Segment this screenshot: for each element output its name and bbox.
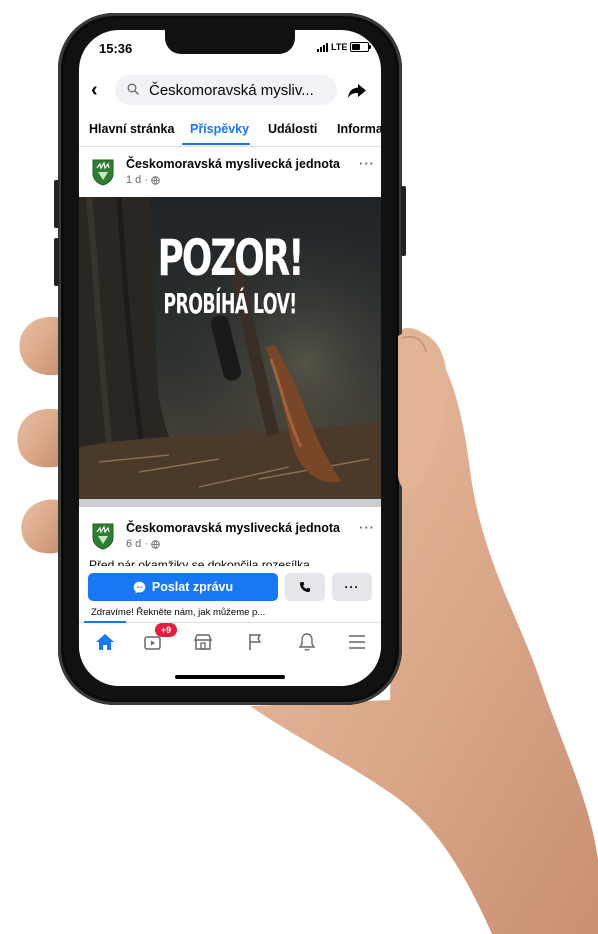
home-icon[interactable] (93, 631, 117, 653)
post-options-icon[interactable]: ··· (359, 520, 375, 535)
thumb (398, 331, 447, 491)
volume-up-button (54, 180, 59, 228)
post-time: 6 d · (126, 538, 149, 550)
post-meta: 6 d · (126, 538, 160, 550)
menu-icon[interactable] (345, 631, 369, 653)
page-name[interactable]: Českomoravská myslivecká jednota (126, 157, 340, 171)
bottom-navigation: +9 (79, 621, 381, 663)
share-icon[interactable] (347, 80, 367, 100)
search-query: Českomoravská mysliv... (149, 82, 314, 99)
flag-icon[interactable] (243, 631, 267, 653)
post-separator (79, 499, 381, 507)
nav-active-indicator (84, 621, 126, 623)
post-meta: 1 d · (126, 174, 160, 186)
volume-down-button (54, 238, 59, 286)
greeting-text[interactable]: Zdravíme! Řekněte nám, jak můžeme p... (91, 607, 265, 618)
back-icon[interactable]: ‹ (91, 80, 98, 100)
page-name[interactable]: Českomoravská myslivecká jednota (126, 521, 340, 535)
marketplace-icon[interactable] (191, 631, 215, 653)
post-time: 1 d · (126, 174, 149, 186)
page-logo-icon[interactable] (91, 522, 115, 550)
phone-icon (300, 582, 310, 592)
image-headline: POZOR! (157, 229, 305, 287)
signal-icon (317, 42, 328, 52)
more-options-button[interactable]: ··· (332, 573, 372, 601)
watch-badge: +9 (155, 623, 177, 637)
bell-icon[interactable] (295, 631, 319, 653)
tab-home[interactable]: Hlavní stránka (89, 122, 174, 136)
active-tab-indicator (182, 143, 250, 145)
post-options-icon[interactable]: ··· (359, 156, 375, 171)
call-button[interactable] (285, 573, 325, 601)
network-status: LTE (317, 42, 372, 52)
messenger-icon (133, 581, 146, 593)
phone-notch (165, 30, 295, 54)
battery-icon (350, 42, 372, 52)
tab-events[interactable]: Události (268, 122, 317, 136)
search-input[interactable]: Českomoravská mysliv... (115, 75, 337, 105)
search-icon (127, 83, 139, 95)
post-1-header: Českomoravská myslivecká jednota 1 d · ·… (79, 150, 381, 198)
send-message-label: Poslat zprávu (151, 580, 234, 594)
post-image[interactable]: POZOR! PROBÍHÁ LOV! (79, 197, 381, 499)
post-2: Českomoravská myslivecká jednota 6 d · ·… (79, 514, 381, 572)
tab-info[interactable]: Informa (337, 122, 381, 136)
globe-icon (151, 539, 160, 549)
power-button (401, 186, 406, 256)
status-time: 15:36 (99, 41, 133, 56)
page-logo-icon[interactable] (91, 158, 115, 186)
page-tabs: Hlavní stránka Příspěvky Události Inform… (79, 114, 381, 147)
search-row: ‹ Českomoravská mysliv... (79, 72, 381, 108)
phone-screen: 15:36 LTE ‹ Českomoravská mysliv... Hlav… (79, 30, 381, 686)
tab-posts[interactable]: Příspěvky (190, 122, 249, 136)
home-indicator (175, 675, 285, 679)
network-label: LTE (331, 42, 348, 52)
image-subheadline: PROBÍHÁ LOV! (163, 287, 297, 320)
send-message-button[interactable]: Poslat zprávu (88, 573, 278, 601)
globe-icon (151, 175, 160, 185)
page-action-bar: Poslat zprávu ··· Zdravíme! Řekněte nám,… (79, 566, 381, 622)
